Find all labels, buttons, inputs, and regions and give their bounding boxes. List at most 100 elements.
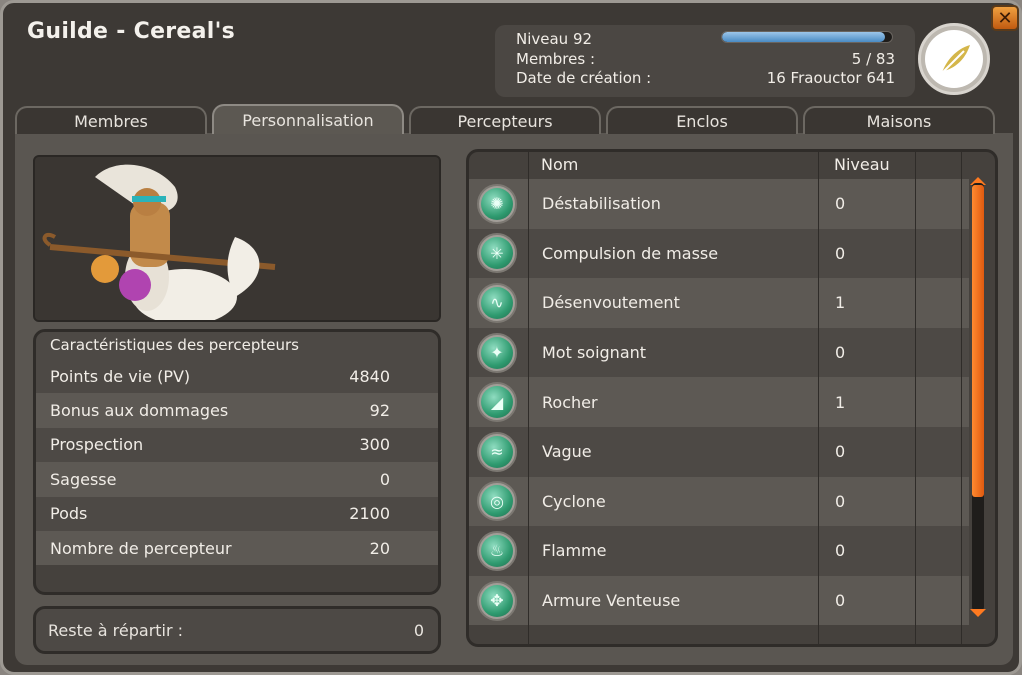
spell-icon-glyph: ◢ bbox=[481, 386, 513, 419]
column-header-niveau[interactable]: Niveau bbox=[834, 152, 890, 178]
flamme-icon: ♨ bbox=[477, 530, 517, 571]
spell-icon-glyph: ∿ bbox=[481, 286, 513, 319]
creation-label: Date de création : bbox=[516, 69, 652, 87]
spell-level: 0 bbox=[835, 442, 846, 462]
stat-label: Points de vie (PV) bbox=[50, 366, 191, 386]
tab-personnalisation[interactable]: Personnalisation bbox=[212, 104, 404, 134]
spell-name: Cyclone bbox=[542, 491, 606, 511]
close-icon: ✕ bbox=[997, 7, 1013, 29]
spell-level: 1 bbox=[835, 392, 846, 412]
spell-level: 0 bbox=[835, 243, 846, 263]
column-header-nom[interactable]: Nom bbox=[541, 152, 578, 178]
stats-list: Points de vie (PV) 4840 Bonus aux dommag… bbox=[36, 359, 438, 566]
column-divider bbox=[818, 152, 819, 644]
stat-row-pods: Pods 2100 bbox=[36, 496, 438, 531]
spell-icon-glyph: ≈ bbox=[481, 435, 513, 468]
stat-row-dommages: Bonus aux dommages 92 bbox=[36, 393, 438, 428]
remaining-label: Reste à répartir : bbox=[48, 620, 184, 640]
guild-xp-bar bbox=[721, 31, 893, 43]
mot-soignant-icon: ✦ bbox=[477, 332, 517, 373]
desenvoutement-icon: ∿ bbox=[477, 282, 517, 323]
guild-emblem[interactable] bbox=[918, 23, 990, 95]
spell-row[interactable]: ◢ Rocher 1 bbox=[469, 377, 969, 427]
close-button[interactable]: ✕ bbox=[991, 5, 1019, 31]
stat-row-sagesse: Sagesse 0 bbox=[36, 462, 438, 497]
spell-name: Rocher bbox=[542, 392, 598, 412]
spell-row[interactable]: ≈ Vague 0 bbox=[469, 427, 969, 477]
stat-label: Bonus aux dommages bbox=[50, 401, 229, 421]
spell-level: 0 bbox=[835, 591, 846, 611]
members-label: Membres : bbox=[516, 50, 596, 68]
spell-level: 0 bbox=[835, 541, 846, 561]
spell-icon-glyph: ✦ bbox=[481, 336, 513, 369]
remaining-value: 0 bbox=[413, 620, 424, 640]
window-title: Guilde - Cereal's bbox=[27, 19, 236, 44]
spell-name: Armure Venteuse bbox=[542, 591, 681, 611]
spell-name: Compulsion de masse bbox=[542, 243, 719, 263]
spell-table: Nom Niveau ✺ Déstabilisation 0 ✳ Compulsion … bbox=[466, 149, 998, 647]
stat-row-pv: Points de vie (PV) 4840 bbox=[36, 359, 438, 394]
spell-level: 0 bbox=[835, 343, 846, 363]
spell-icon-glyph: ✥ bbox=[481, 584, 513, 617]
column-divider bbox=[915, 152, 916, 644]
spell-icon-glyph: ✳ bbox=[481, 237, 513, 270]
emblem-background bbox=[925, 30, 983, 88]
collector-portrait bbox=[33, 155, 441, 322]
tab-membres[interactable]: Membres bbox=[15, 106, 207, 134]
stat-value: 4840 bbox=[349, 366, 390, 386]
spell-level: 0 bbox=[835, 491, 846, 511]
collector-stats-panel: Caractéristiques des percepteurs Points … bbox=[33, 329, 441, 595]
spell-icon-glyph: ✺ bbox=[481, 187, 513, 220]
spell-row[interactable]: ✳ Compulsion de masse 0 bbox=[469, 228, 969, 279]
spell-row[interactable]: ∿ Désenvoutement 1 bbox=[469, 278, 969, 328]
stat-row-nombre-percepteur: Nombre de percepteur 20 bbox=[36, 530, 438, 566]
stat-value: 20 bbox=[369, 538, 390, 558]
guild-window: Guilde - Cereal's ✕ Niveau 92 Membres : … bbox=[0, 0, 1022, 675]
stat-label: Sagesse bbox=[50, 469, 117, 489]
compulsion-icon: ✳ bbox=[477, 233, 517, 274]
stat-value: 300 bbox=[359, 435, 390, 455]
guild-level: Niveau 92 bbox=[516, 30, 593, 48]
rocher-icon: ◢ bbox=[477, 382, 517, 423]
stats-title: Caractéristiques des percepteurs bbox=[36, 332, 438, 359]
collector-illustration bbox=[35, 157, 439, 320]
spell-row[interactable]: ✺ Déstabilisation 0 bbox=[469, 179, 969, 229]
stat-label: Nombre de percepteur bbox=[50, 538, 232, 558]
tab-maisons[interactable]: Maisons bbox=[803, 106, 995, 134]
stat-label: Pods bbox=[50, 504, 88, 524]
stat-label: Prospection bbox=[50, 435, 144, 455]
tab-percepteurs[interactable]: Percepteurs bbox=[409, 106, 601, 134]
column-divider bbox=[961, 152, 962, 644]
spell-row[interactable]: ♨ Flamme 0 bbox=[469, 526, 969, 576]
guild-xp-fill bbox=[722, 32, 886, 42]
spell-name: Désenvoutement bbox=[542, 293, 680, 313]
spell-level: 1 bbox=[835, 293, 846, 313]
stat-value: 92 bbox=[369, 401, 390, 421]
tab-bar: Membres Personnalisation Percepteurs Enc… bbox=[15, 104, 1011, 136]
spell-level: 0 bbox=[835, 194, 846, 214]
feather-icon bbox=[941, 45, 970, 74]
spell-icon-glyph: ◎ bbox=[481, 485, 513, 518]
cyclone-icon: ◎ bbox=[477, 481, 517, 522]
spell-name: Vague bbox=[542, 442, 592, 462]
stat-row-prospection: Prospection 300 bbox=[36, 427, 438, 463]
spell-name: Flamme bbox=[542, 541, 607, 561]
spell-row[interactable]: ◎ Cyclone 0 bbox=[469, 476, 969, 527]
spell-row[interactable]: ✥ Armure Venteuse 0 bbox=[469, 575, 969, 626]
column-divider bbox=[528, 152, 529, 644]
destabilisation-icon: ✺ bbox=[477, 183, 517, 224]
stat-value: 0 bbox=[379, 469, 390, 489]
stat-value: 2100 bbox=[349, 504, 390, 524]
creation-value: 16 Fraouctor 641 bbox=[766, 69, 895, 87]
remaining-points-box: Reste à répartir : 0 bbox=[33, 606, 441, 654]
members-value: 5 / 83 bbox=[851, 50, 895, 68]
scroll-down-arrow-icon[interactable] bbox=[970, 609, 986, 617]
spell-list-scrollbar[interactable] bbox=[969, 177, 987, 617]
scroll-thumb[interactable] bbox=[972, 185, 984, 497]
spell-icon-glyph: ♨ bbox=[481, 534, 513, 567]
vague-icon: ≈ bbox=[477, 431, 517, 472]
spell-name: Mot soignant bbox=[542, 343, 647, 363]
spell-row[interactable]: ✦ Mot soignant 0 bbox=[469, 327, 969, 378]
armure-venteuse-icon: ✥ bbox=[477, 580, 517, 621]
tab-enclos[interactable]: Enclos bbox=[606, 106, 798, 134]
